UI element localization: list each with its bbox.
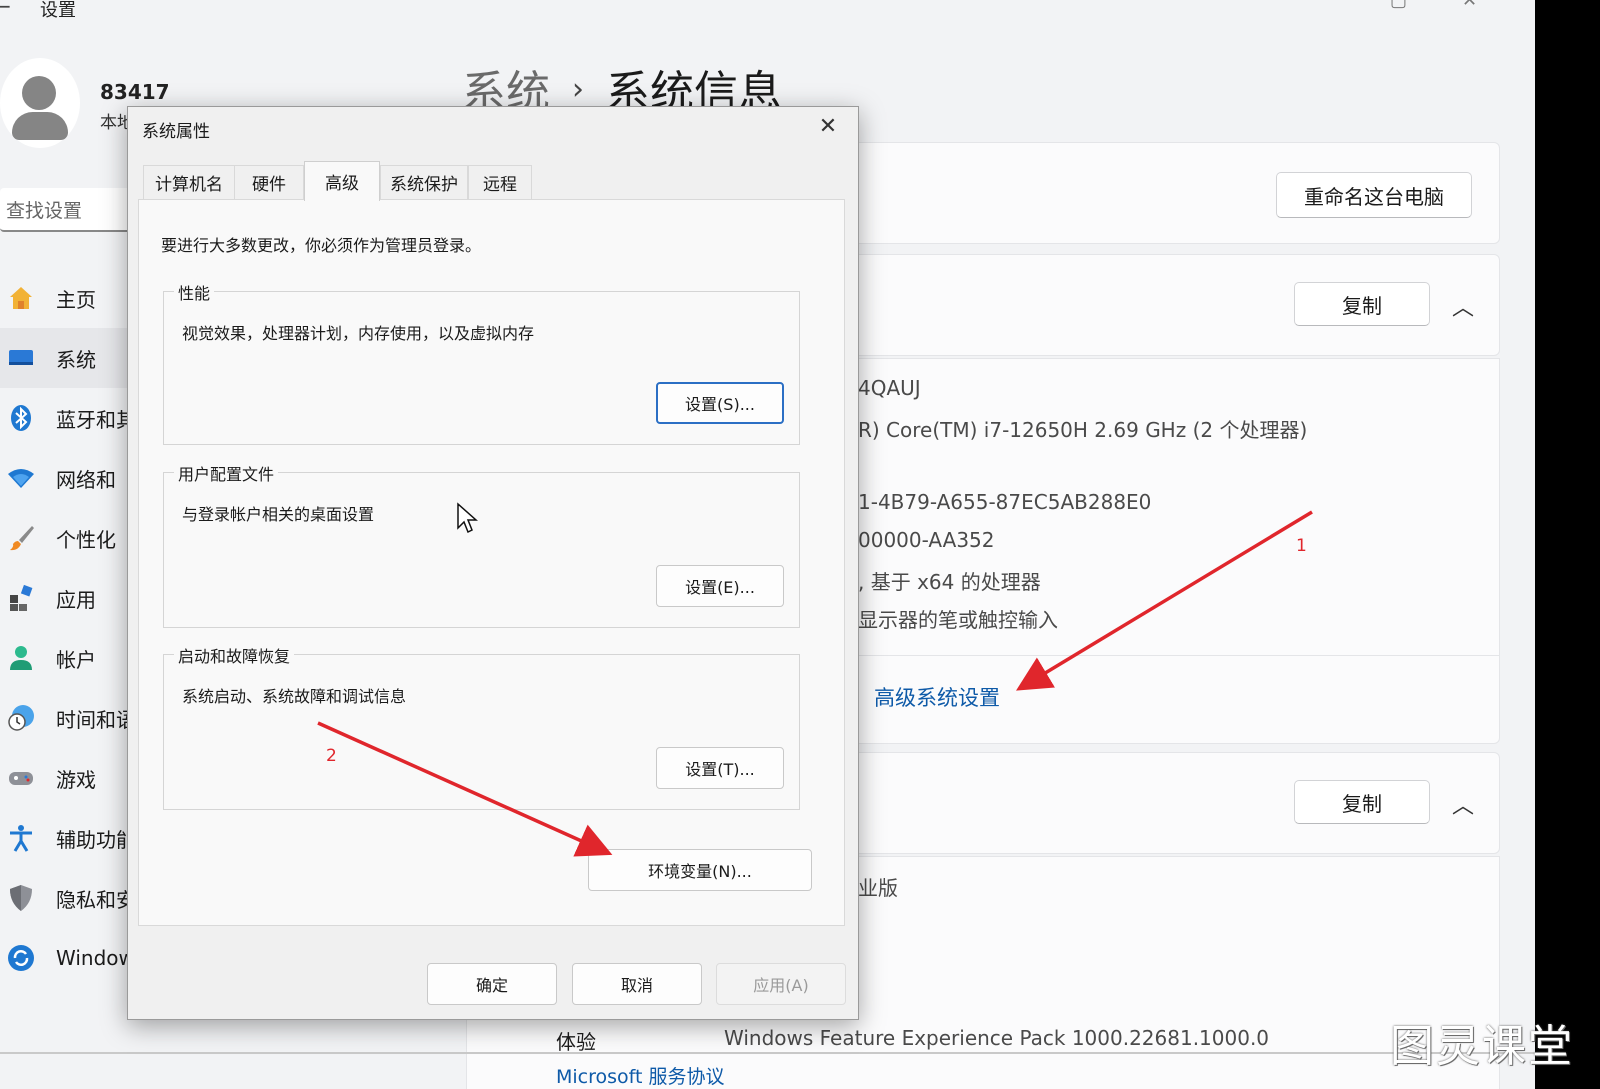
tab-advanced[interactable]: 高级 (304, 161, 380, 201)
arrow-to-advanced-settings (1016, 510, 1313, 691)
arrow-to-environment-variables (317, 721, 613, 857)
annotation-arrows (317, 510, 1313, 857)
annotation-marker-2: 2 (326, 746, 337, 766)
annotation-marker-1: 1 (1296, 536, 1307, 556)
watermark: 图灵课堂 (1390, 1021, 1574, 1072)
